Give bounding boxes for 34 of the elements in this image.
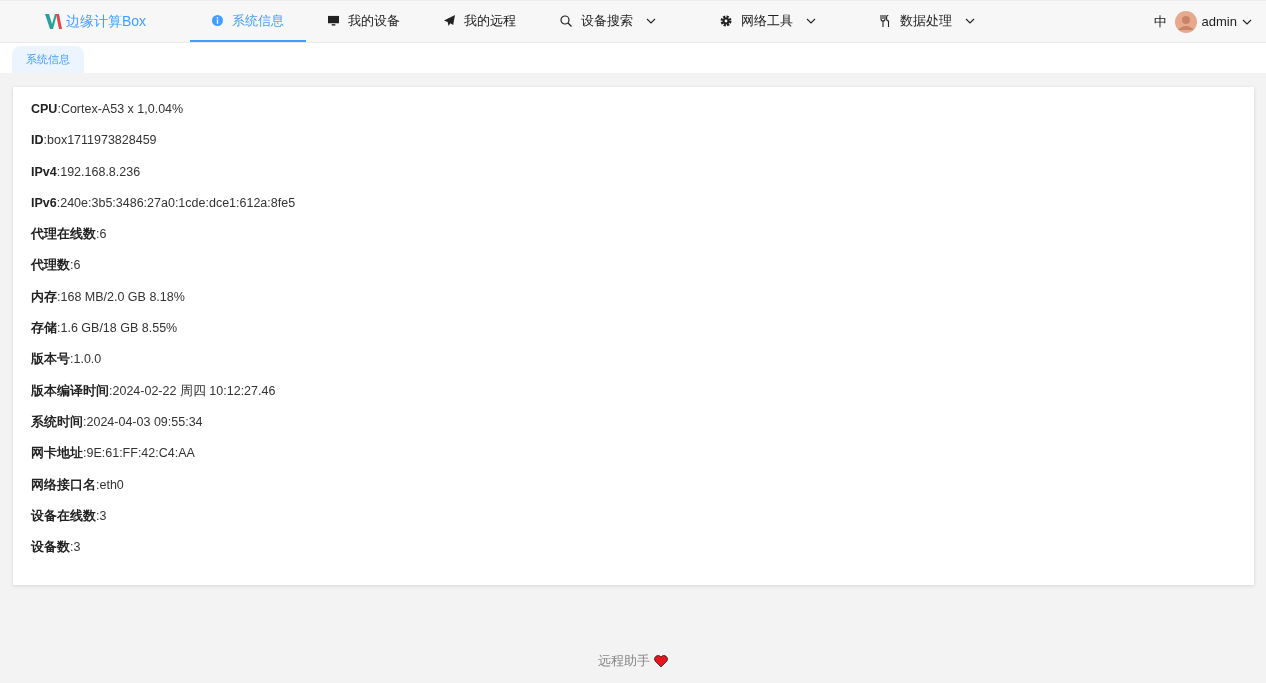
info-line: 设备数:3	[31, 539, 82, 557]
info-line: 系统时间:2024-04-03 09:55:34	[31, 413, 204, 431]
nav-item[interactable]: 数据处理	[858, 1, 997, 42]
app-title: 边缘计算Box	[66, 12, 147, 31]
gear-icon	[720, 14, 732, 27]
info-line: CPU:Cortex-A53 x 1,0.04%	[31, 101, 185, 118]
nav-item[interactable]: 我的设备	[306, 1, 422, 42]
info-line: 设备在线数:3	[31, 507, 108, 525]
info-line: 网络接口名:eth0	[31, 476, 125, 494]
info-line: 存储:1.6 GB/18 GB 8.55%	[31, 320, 179, 338]
user-menu[interactable]: admin	[1174, 10, 1252, 33]
info-icon	[212, 15, 223, 26]
nav-item[interactable]: 网络工具	[698, 1, 838, 42]
search-icon	[560, 14, 572, 27]
info-line: ID:box1711973828459	[31, 132, 158, 150]
info-line: 网卡地址:9E:61:FF:42:C4:AA	[31, 445, 196, 463]
info-line: 版本编译时间:2024-02-22 周四 10:12:27.46	[31, 382, 277, 400]
monitor-icon	[328, 15, 339, 26]
nav-item[interactable]: 我的远程	[422, 1, 538, 42]
logo-icon	[45, 14, 62, 29]
info-line: 版本号:1.0.0	[31, 351, 103, 369]
fork-knife-icon	[880, 14, 891, 27]
chevron-down-icon	[1242, 18, 1252, 25]
info-line: IPv6:240e:3b5:3486:27a0:1cde:dce1:612a:8fe5	[31, 194, 297, 212]
info-line: IPv4:192.168.8.236	[31, 163, 142, 181]
nav-item[interactable]: 设备搜索	[538, 1, 678, 42]
avatar-icon	[1174, 10, 1197, 33]
language-menu[interactable]: 中	[1153, 12, 1167, 31]
heart-icon	[654, 655, 668, 667]
info-line: 内存:168 MB/2.0 GB 8.18%	[31, 288, 186, 306]
paper-plane-icon	[444, 15, 455, 26]
info-line: 代理在线数:6	[31, 226, 108, 244]
info-line: 代理数:6	[31, 257, 82, 275]
footer-text: 远程助手	[598, 652, 650, 670]
